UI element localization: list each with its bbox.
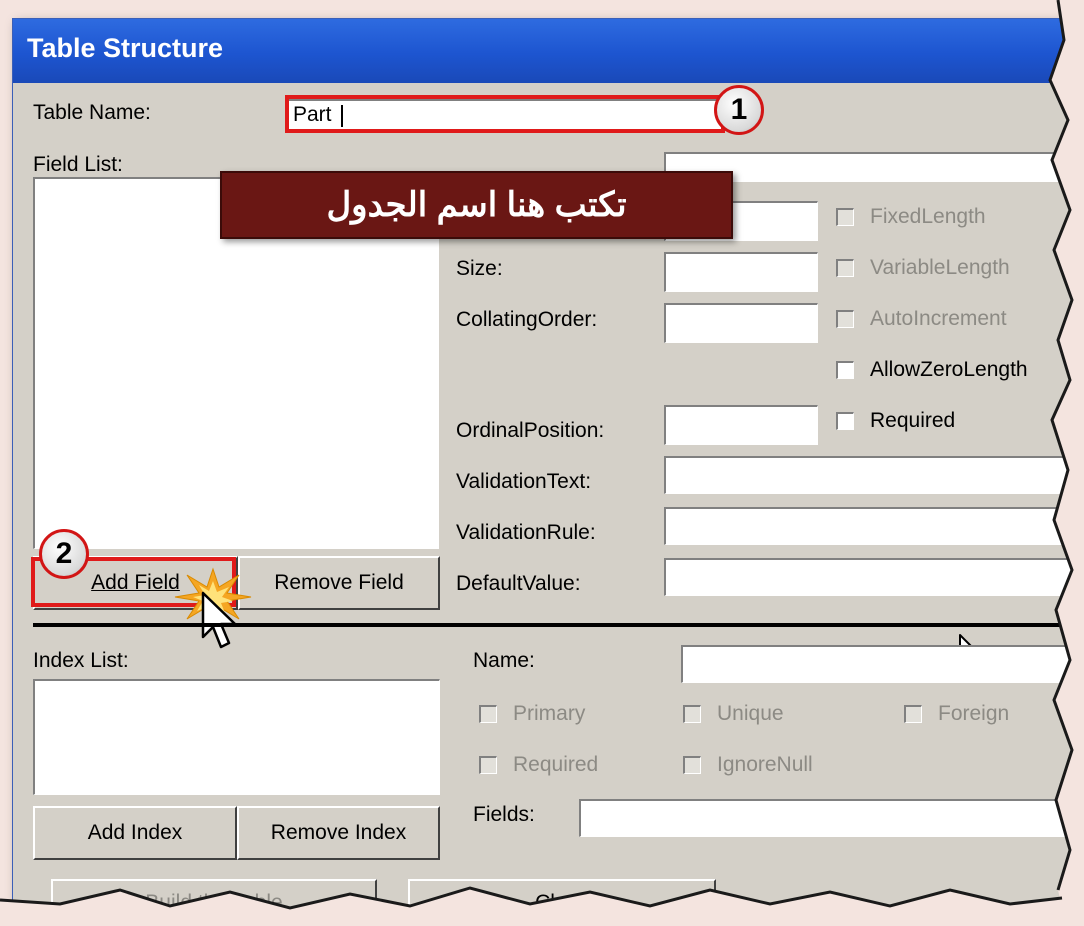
torn-edge-effect [0,0,1084,926]
